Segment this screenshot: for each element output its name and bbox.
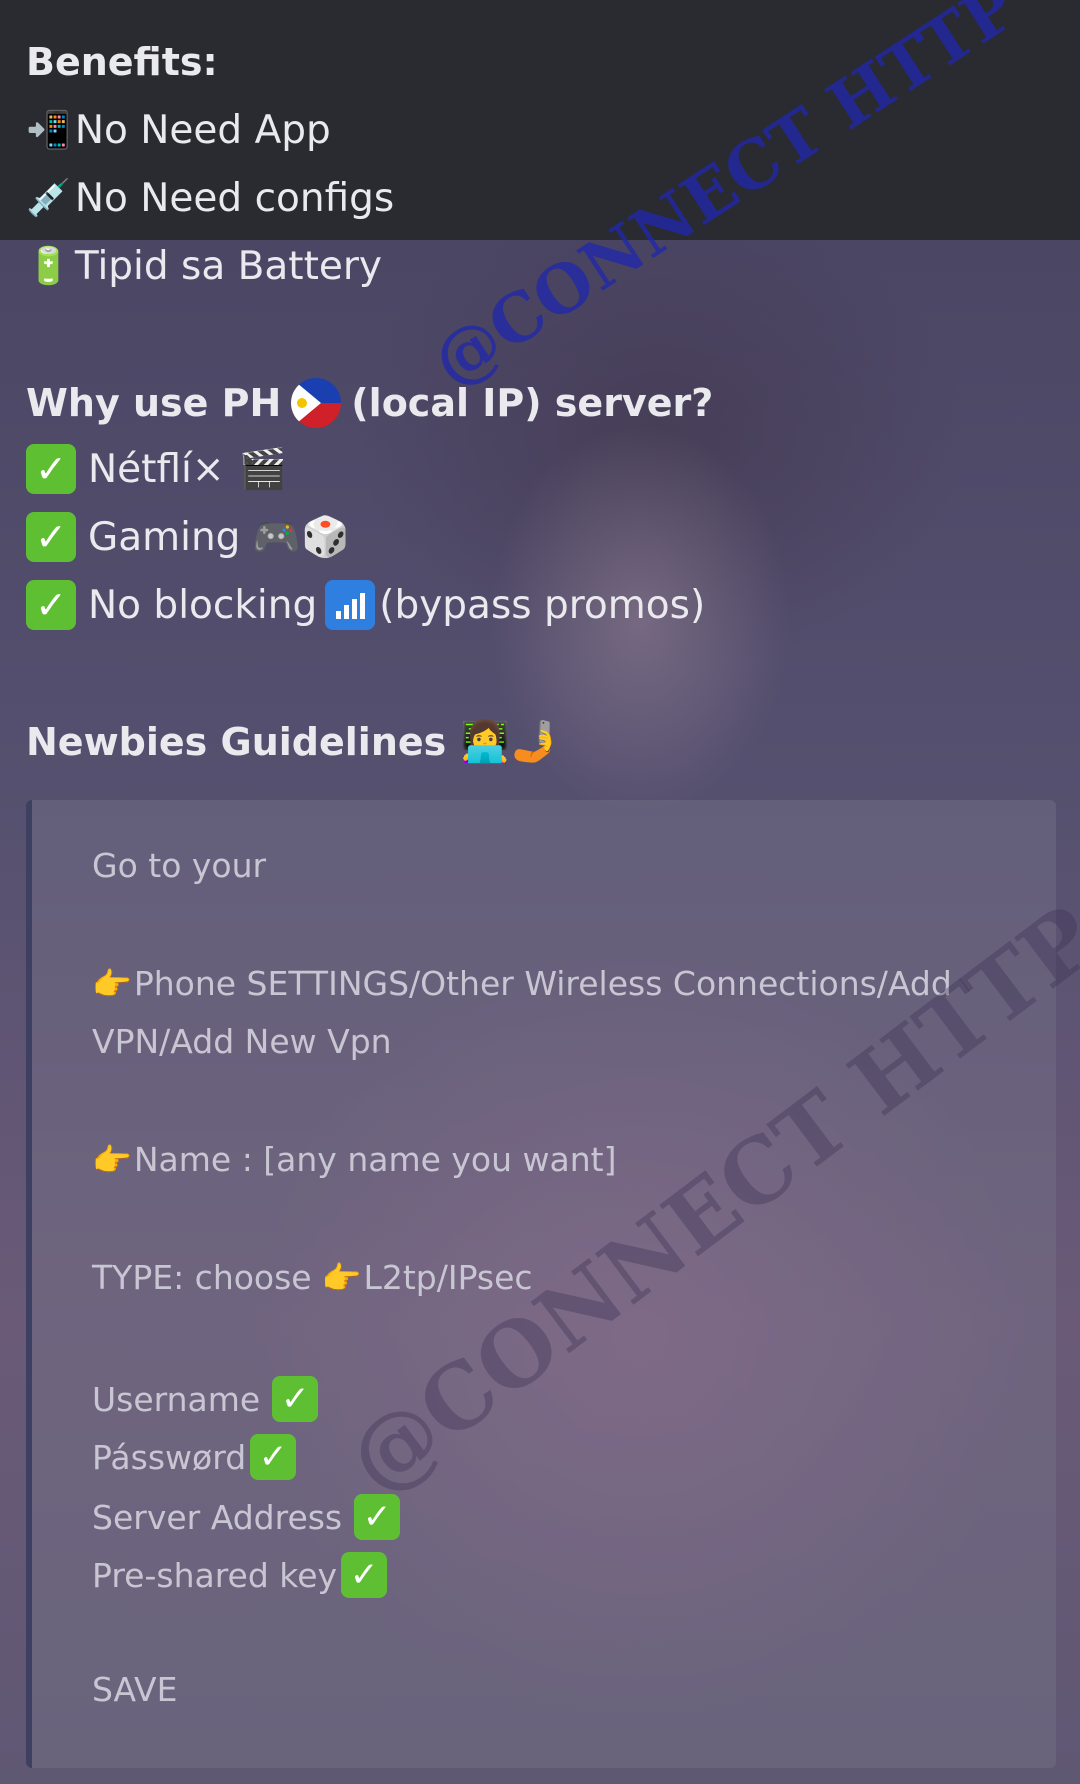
why-item-no-blocking: ✓ No blocking (bypass promos) xyxy=(26,580,705,630)
gamepad-dice-icon: 🎮🎲 xyxy=(252,515,350,560)
why-item-netflix: ✓ Nétflí× 🎬 xyxy=(26,444,287,494)
check-mark-icon: ✓ xyxy=(341,1552,388,1598)
name-line: 👉 Name : [any name you want] xyxy=(92,1140,617,1179)
save-line: SAVE xyxy=(92,1670,178,1709)
check-mark-icon: ✓ xyxy=(26,580,76,630)
settings-path-line: 👉 Phone SETTINGS/Other Wireless Connecti… xyxy=(92,964,952,1003)
benefit-item-no-configs: 💉 No Need configs xyxy=(26,176,395,221)
go-to-line: Go to your xyxy=(92,846,267,885)
guidelines-code-block: Go to your 👉 Phone SETTINGS/Other Wirele… xyxy=(26,800,1056,1768)
check-mark-icon: ✓ xyxy=(272,1376,319,1422)
battery-icon: 🔋 xyxy=(26,245,71,287)
server-address-line: Server Address ✓ xyxy=(92,1494,401,1540)
type-line: TYPE: choose 👉 L2tp/IPsec xyxy=(92,1258,533,1297)
pointing-hand-icon: 👉 xyxy=(92,1140,132,1179)
philippines-flag-icon xyxy=(291,378,342,428)
pointing-hand-icon: 👉 xyxy=(321,1258,362,1297)
benefit-item-no-app: 📲 No Need App xyxy=(26,108,331,153)
benefits-heading: Benefits: xyxy=(26,40,218,84)
clapperboard-icon: 🎬 xyxy=(238,447,288,492)
settings-path-line-2: VPN/Add New Vpn xyxy=(92,1022,392,1061)
password-line: Pásswørd ✓ xyxy=(92,1434,297,1480)
signal-bars-icon xyxy=(325,580,376,630)
benefit-item-battery: 🔋 Tipid sa Battery xyxy=(26,244,382,289)
check-mark-icon: ✓ xyxy=(250,1434,297,1480)
guidelines-heading: Newbies Guidelines 👩‍💻🤳 xyxy=(26,719,560,765)
why-heading: Why use PH (local IP) server? xyxy=(26,378,713,428)
phone-arrow-icon: 📲 xyxy=(26,109,71,151)
why-item-gaming: ✓ Gaming 🎮🎲 xyxy=(26,512,350,562)
technologist-selfie-icon: 👩‍💻🤳 xyxy=(460,719,560,765)
check-mark-icon: ✓ xyxy=(26,512,76,562)
check-mark-icon: ✓ xyxy=(354,1494,401,1540)
pre-shared-key-line: Pre-shared key ✓ xyxy=(92,1552,388,1598)
pointing-hand-icon: 👉 xyxy=(92,964,132,1003)
syringe-icon: 💉 xyxy=(26,177,71,219)
username-line: Username ✓ xyxy=(92,1376,319,1422)
check-mark-icon: ✓ xyxy=(26,444,76,494)
